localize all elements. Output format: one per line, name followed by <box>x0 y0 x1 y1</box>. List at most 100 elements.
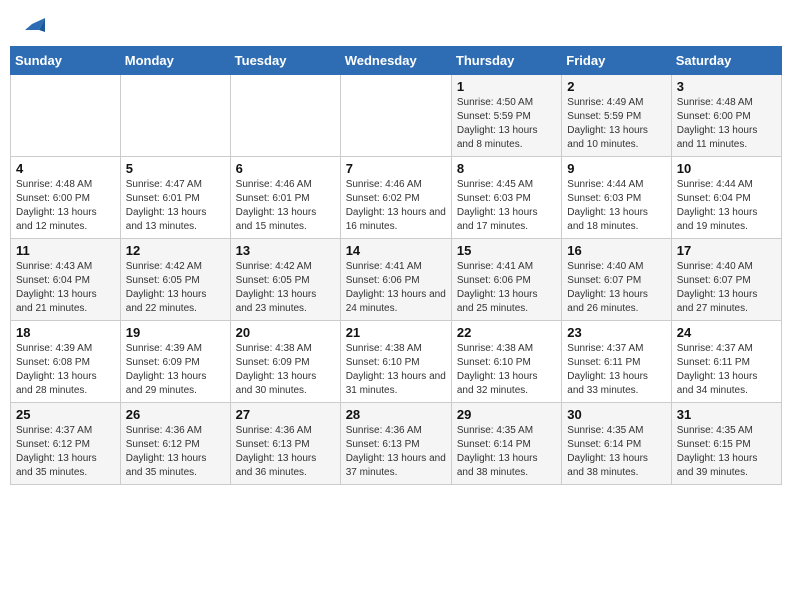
day-number: 8 <box>457 161 556 176</box>
weekday-header-wednesday: Wednesday <box>340 47 451 75</box>
day-info: Sunrise: 4:38 AM Sunset: 6:09 PM Dayligh… <box>236 342 335 398</box>
day-number: 16 <box>567 243 665 258</box>
calendar-cell: 4Sunrise: 4:48 AM Sunset: 6:00 PM Daylig… <box>11 157 121 239</box>
logo <box>14 10 47 38</box>
day-number: 3 <box>677 79 776 94</box>
day-info: Sunrise: 4:39 AM Sunset: 6:08 PM Dayligh… <box>16 342 115 398</box>
week-row-5: 25 Sunrise: 4:37 AM Sunset: 6:12 PM Dayli… <box>11 403 782 485</box>
day-info: Sunrise: 4:44 AM Sunset: 6:04 PM Dayligh… <box>677 178 776 234</box>
calendar-cell: 30 Sunrise: 4:35 AM Sunset: 6:14 PM Dayli… <box>562 403 671 485</box>
day-number: 14 <box>346 243 446 258</box>
weekday-header-tuesday: Tuesday <box>230 47 340 75</box>
calendar-cell: 15 Sunrise: 4:41 AM Sunset: 6:06 PM Dayli… <box>451 239 561 321</box>
day-info: Sunrise: 4:36 AM Sunset: 6:13 PM Dayligh… <box>236 424 335 480</box>
calendar-cell: 17 Sunrise: 4:40 AM Sunset: 6:07 PM Dayli… <box>671 239 781 321</box>
day-info: Sunrise: 4:37 AM Sunset: 6:12 PM Dayligh… <box>16 424 115 480</box>
day-info: Sunrise: 4:37 AM Sunset: 6:11 PM Dayligh… <box>677 342 776 398</box>
calendar-cell: 7 Sunrise: 4:46 AM Sunset: 6:02 PM Daylig… <box>340 157 451 239</box>
weekday-header-monday: Monday <box>120 47 230 75</box>
calendar-cell: 6 Sunrise: 4:46 AM Sunset: 6:01 PM Daylig… <box>230 157 340 239</box>
day-info: Sunrise: 4:44 AM Sunset: 6:03 PM Dayligh… <box>567 178 665 234</box>
calendar-cell <box>230 75 340 157</box>
day-info: Sunrise: 4:41 AM Sunset: 6:06 PM Dayligh… <box>346 260 446 316</box>
day-number: 26 <box>126 407 225 422</box>
day-info: Sunrise: 4:36 AM Sunset: 6:13 PM Dayligh… <box>346 424 446 480</box>
day-info: Sunrise: 4:48 AM Sunset: 6:00 PM Dayligh… <box>677 96 776 152</box>
day-number: 1 <box>457 79 556 94</box>
day-info: Sunrise: 4:38 AM Sunset: 6:10 PM Dayligh… <box>346 342 446 398</box>
weekday-header-friday: Friday <box>562 47 671 75</box>
day-info: Sunrise: 4:36 AM Sunset: 6:12 PM Dayligh… <box>126 424 225 480</box>
weekday-header-saturday: Saturday <box>671 47 781 75</box>
weekday-header-sunday: Sunday <box>11 47 121 75</box>
calendar-cell: 29 Sunrise: 4:35 AM Sunset: 6:14 PM Dayli… <box>451 403 561 485</box>
day-number: 30 <box>567 407 665 422</box>
week-row-1: 1 Sunrise: 4:50 AM Sunset: 5:59 PM Daylig… <box>11 75 782 157</box>
day-info: Sunrise: 4:37 AM Sunset: 6:11 PM Dayligh… <box>567 342 665 398</box>
day-number: 17 <box>677 243 776 258</box>
calendar-cell: 27 Sunrise: 4:36 AM Sunset: 6:13 PM Dayli… <box>230 403 340 485</box>
day-number: 27 <box>236 407 335 422</box>
day-info: Sunrise: 4:49 AM Sunset: 5:59 PM Dayligh… <box>567 96 665 152</box>
week-row-3: 11 Sunrise: 4:43 AM Sunset: 6:04 PM Dayli… <box>11 239 782 321</box>
day-number: 29 <box>457 407 556 422</box>
day-info: Sunrise: 4:40 AM Sunset: 6:07 PM Dayligh… <box>677 260 776 316</box>
day-info: Sunrise: 4:46 AM Sunset: 6:01 PM Dayligh… <box>236 178 335 234</box>
day-info: Sunrise: 4:35 AM Sunset: 6:14 PM Dayligh… <box>567 424 665 480</box>
calendar-cell: 24 Sunrise: 4:37 AM Sunset: 6:11 PM Dayli… <box>671 321 781 403</box>
calendar-cell: 25 Sunrise: 4:37 AM Sunset: 6:12 PM Dayli… <box>11 403 121 485</box>
day-number: 7 <box>346 161 446 176</box>
day-number: 15 <box>457 243 556 258</box>
day-number: 20 <box>236 325 335 340</box>
week-row-2: 4Sunrise: 4:48 AM Sunset: 6:00 PM Daylig… <box>11 157 782 239</box>
day-number: 28 <box>346 407 446 422</box>
day-number: 19 <box>126 325 225 340</box>
day-info: Sunrise: 4:46 AM Sunset: 6:02 PM Dayligh… <box>346 178 446 234</box>
calendar-cell: 31 Sunrise: 4:35 AM Sunset: 6:15 PM Dayli… <box>671 403 781 485</box>
day-info: Sunrise: 4:50 AM Sunset: 5:59 PM Dayligh… <box>457 96 556 152</box>
calendar-cell: 28 Sunrise: 4:36 AM Sunset: 6:13 PM Dayli… <box>340 403 451 485</box>
day-number: 5 <box>126 161 225 176</box>
day-number: 31 <box>677 407 776 422</box>
calendar-cell: 1 Sunrise: 4:50 AM Sunset: 5:59 PM Daylig… <box>451 75 561 157</box>
weekday-header-row: SundayMondayTuesdayWednesdayThursdayFrid… <box>11 47 782 75</box>
calendar-cell: 19 Sunrise: 4:39 AM Sunset: 6:09 PM Dayli… <box>120 321 230 403</box>
day-number: 11 <box>16 243 115 258</box>
calendar-cell: 5Sunrise: 4:47 AM Sunset: 6:01 PM Daylig… <box>120 157 230 239</box>
day-number: 13 <box>236 243 335 258</box>
day-number: 4 <box>16 161 115 176</box>
week-row-4: 18 Sunrise: 4:39 AM Sunset: 6:08 PM Dayli… <box>11 321 782 403</box>
day-number: 24 <box>677 325 776 340</box>
day-info: Sunrise: 4:39 AM Sunset: 6:09 PM Dayligh… <box>126 342 225 398</box>
day-info: Sunrise: 4:42 AM Sunset: 6:05 PM Dayligh… <box>126 260 225 316</box>
day-info: Sunrise: 4:35 AM Sunset: 6:15 PM Dayligh… <box>677 424 776 480</box>
day-info: Sunrise: 4:41 AM Sunset: 6:06 PM Dayligh… <box>457 260 556 316</box>
day-number: 18 <box>16 325 115 340</box>
day-info: Sunrise: 4:35 AM Sunset: 6:14 PM Dayligh… <box>457 424 556 480</box>
day-number: 23 <box>567 325 665 340</box>
calendar-cell: 8 Sunrise: 4:45 AM Sunset: 6:03 PM Daylig… <box>451 157 561 239</box>
calendar-cell: 18 Sunrise: 4:39 AM Sunset: 6:08 PM Dayli… <box>11 321 121 403</box>
day-number: 2 <box>567 79 665 94</box>
weekday-header-thursday: Thursday <box>451 47 561 75</box>
day-number: 21 <box>346 325 446 340</box>
calendar-cell: 2 Sunrise: 4:49 AM Sunset: 5:59 PM Daylig… <box>562 75 671 157</box>
calendar-cell <box>340 75 451 157</box>
calendar-cell <box>120 75 230 157</box>
calendar-cell: 14 Sunrise: 4:41 AM Sunset: 6:06 PM Dayli… <box>340 239 451 321</box>
calendar-cell: 16 Sunrise: 4:40 AM Sunset: 6:07 PM Dayli… <box>562 239 671 321</box>
day-number: 22 <box>457 325 556 340</box>
calendar-cell: 9Sunrise: 4:44 AM Sunset: 6:03 PM Daylig… <box>562 157 671 239</box>
calendar-cell: 26 Sunrise: 4:36 AM Sunset: 6:12 PM Dayli… <box>120 403 230 485</box>
calendar-cell: 20 Sunrise: 4:38 AM Sunset: 6:09 PM Dayli… <box>230 321 340 403</box>
day-number: 10 <box>677 161 776 176</box>
day-info: Sunrise: 4:45 AM Sunset: 6:03 PM Dayligh… <box>457 178 556 234</box>
calendar-cell: 11 Sunrise: 4:43 AM Sunset: 6:04 PM Dayli… <box>11 239 121 321</box>
calendar-cell: 10 Sunrise: 4:44 AM Sunset: 6:04 PM Dayli… <box>671 157 781 239</box>
day-info: Sunrise: 4:40 AM Sunset: 6:07 PM Dayligh… <box>567 260 665 316</box>
calendar-cell: 12Sunrise: 4:42 AM Sunset: 6:05 PM Dayli… <box>120 239 230 321</box>
day-number: 25 <box>16 407 115 422</box>
calendar-table: SundayMondayTuesdayWednesdayThursdayFrid… <box>10 46 782 485</box>
day-number: 6 <box>236 161 335 176</box>
day-info: Sunrise: 4:43 AM Sunset: 6:04 PM Dayligh… <box>16 260 115 316</box>
